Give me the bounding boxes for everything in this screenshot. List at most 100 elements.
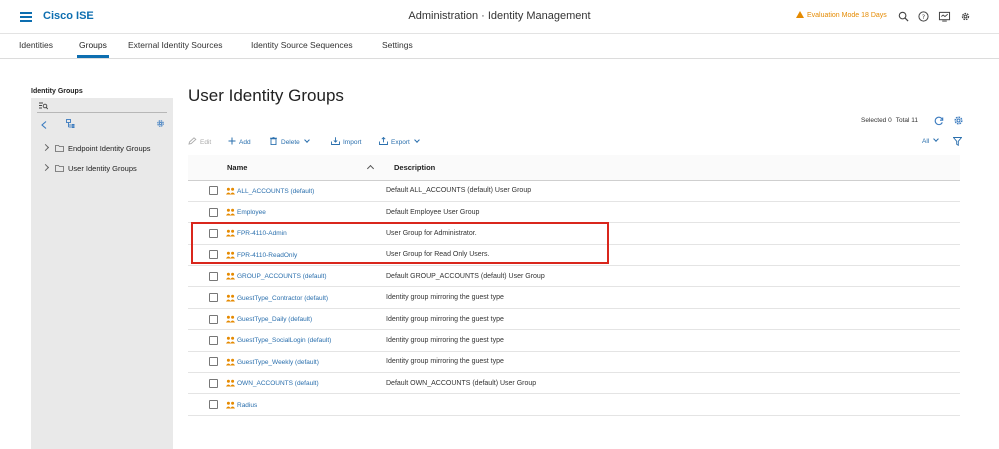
group-description: Identity group mirroring the guest type [386,329,960,352]
sidebar-title: Identity Groups [31,88,83,95]
group-name-link[interactable]: GuestType_SocialLogin (default) [237,337,331,344]
warning-icon [796,11,804,18]
group-description: User Group for Read Only Users. [386,244,960,267]
user-group-icon [226,379,235,387]
search-list-icon [39,102,48,110]
table-row: ALL_ACCOUNTS (default) Default ALL_ACCOU… [188,180,960,202]
import-icon [331,137,340,145]
row-checkbox[interactable] [208,314,218,324]
group-name-link[interactable]: GuestType_Weekly (default) [237,359,319,366]
brand-logo[interactable]: Cisco ISE [43,10,94,22]
tab-groups[interactable]: Groups [77,40,109,58]
group-description: Default GROUP_ACCOUNTS (default) User Gr… [386,265,960,288]
chevron-right-icon[interactable] [41,163,50,172]
settings-icon[interactable] [960,11,971,22]
user-group-icon [226,294,235,302]
row-checkbox[interactable] [208,378,218,388]
total-count: Total 11 [895,117,919,124]
table-row: GuestType_Daily (default) Identity group… [188,308,960,331]
group-description: Default OWN_ACCOUNTS (default) User Grou… [386,372,960,395]
evaluation-mode-link[interactable]: Evaluation Mode 18 Days [796,11,887,19]
import-button[interactable]: Import [331,137,361,146]
user-group-icon [226,208,235,216]
column-header-description[interactable]: Description [386,155,960,181]
row-checkbox[interactable] [208,207,218,217]
top-header: Cisco ISE Administration · Identity Mana… [0,0,999,34]
table-row: Radius [188,393,960,416]
group-name-link[interactable]: GROUP_ACCOUNTS (default) [237,273,327,280]
user-group-icon [226,401,235,409]
table-row: FPR-4110-Admin User Group for Administra… [188,222,960,245]
search-icon[interactable] [898,11,909,22]
group-name-link[interactable]: FPR-4110-Admin [237,230,287,237]
table-settings-icon[interactable] [953,115,964,126]
filter-icon[interactable] [953,137,962,146]
group-description: Default ALL_ACCOUNTS (default) User Grou… [386,180,960,202]
row-checkbox[interactable] [208,271,218,281]
table-row: FPR-4110-ReadOnly User Group for Read On… [188,244,960,267]
group-name-link[interactable]: GuestType_Daily (default) [237,316,312,323]
sort-ascending-icon[interactable] [366,164,375,173]
add-button[interactable]: Add [228,137,251,146]
chevron-down-icon [303,137,310,143]
tree-search-input[interactable] [37,100,167,113]
tab-external-identity-sources[interactable]: External Identity Sources [128,40,223,50]
row-checkbox[interactable] [208,335,218,345]
tree-toolbar [31,118,173,130]
chevron-down-icon [413,137,420,143]
user-group-icon [226,187,235,195]
tab-identity-source-sequences[interactable]: Identity Source Sequences [251,40,353,50]
export-icon [379,136,388,145]
page-title: User Identity Groups [188,86,344,105]
group-name-link[interactable]: OWN_ACCOUNTS (default) [237,380,319,387]
table-row: Employee Default Employee User Group [188,201,960,224]
chevron-right-icon[interactable] [41,143,50,152]
group-name-link[interactable]: ALL_ACCOUNTS (default) [237,188,314,195]
table-row: GuestType_Weekly (default) Identity grou… [188,351,960,374]
refresh-icon[interactable] [934,116,944,126]
row-checkbox[interactable] [208,186,218,196]
group-description: Identity group mirroring the guest type [386,351,960,374]
group-description: Default Employee User Group [386,201,960,224]
folder-icon [55,165,64,172]
row-checkbox[interactable] [208,228,218,238]
gear-icon[interactable] [156,119,165,128]
help-icon[interactable]: ? [918,11,929,22]
column-header-name[interactable]: Name [188,155,386,181]
chevron-left-icon[interactable] [41,121,47,129]
folder-icon [55,145,64,152]
tree-item-endpoint-identity-groups[interactable]: Endpoint Identity Groups [41,143,151,156]
table-row: GuestType_SocialLogin (default) Identity… [188,329,960,352]
group-description: User Group for Administrator. [386,222,960,245]
user-group-icon [226,337,235,344]
tree-view-icon[interactable] [66,119,75,129]
row-checkbox[interactable] [208,400,218,410]
edit-button[interactable]: Edit [188,137,211,146]
tree-item-user-identity-groups[interactable]: User Identity Groups [41,163,137,176]
tab-identities[interactable]: Identities [19,40,53,50]
group-name-link[interactable]: Radius [237,402,257,409]
row-checkbox[interactable] [208,357,218,367]
filter-all-select[interactable]: All [922,136,940,145]
tab-settings[interactable]: Settings [382,40,413,50]
row-checkbox[interactable] [208,250,218,260]
user-group-icon [226,251,235,259]
user-group-icon [226,230,235,237]
group-name-link[interactable]: GuestType_Contractor (default) [237,295,328,302]
notifications-icon[interactable] [938,11,951,22]
table-row: GuestType_Contractor (default) Identity … [188,286,960,309]
group-name-link[interactable]: FPR-4110-ReadOnly [237,252,297,259]
trash-icon [270,136,277,146]
plus-icon [228,137,236,145]
user-group-icon [226,315,235,323]
user-identity-groups-table: Name Description ALL_ACCOUNTS (default) … [188,155,960,416]
selected-count: Selected 0 [861,117,892,124]
delete-button[interactable]: Delete [270,136,310,146]
row-checkbox[interactable] [208,293,218,303]
selection-counts: Selected 0 Total 11 [861,117,922,124]
table-row: GROUP_ACCOUNTS (default) Default GROUP_A… [188,265,960,288]
menu-icon[interactable] [20,12,32,22]
svg-text:?: ? [922,13,925,21]
group-name-link[interactable]: Employee [237,209,266,216]
export-button[interactable]: Export [379,136,420,146]
